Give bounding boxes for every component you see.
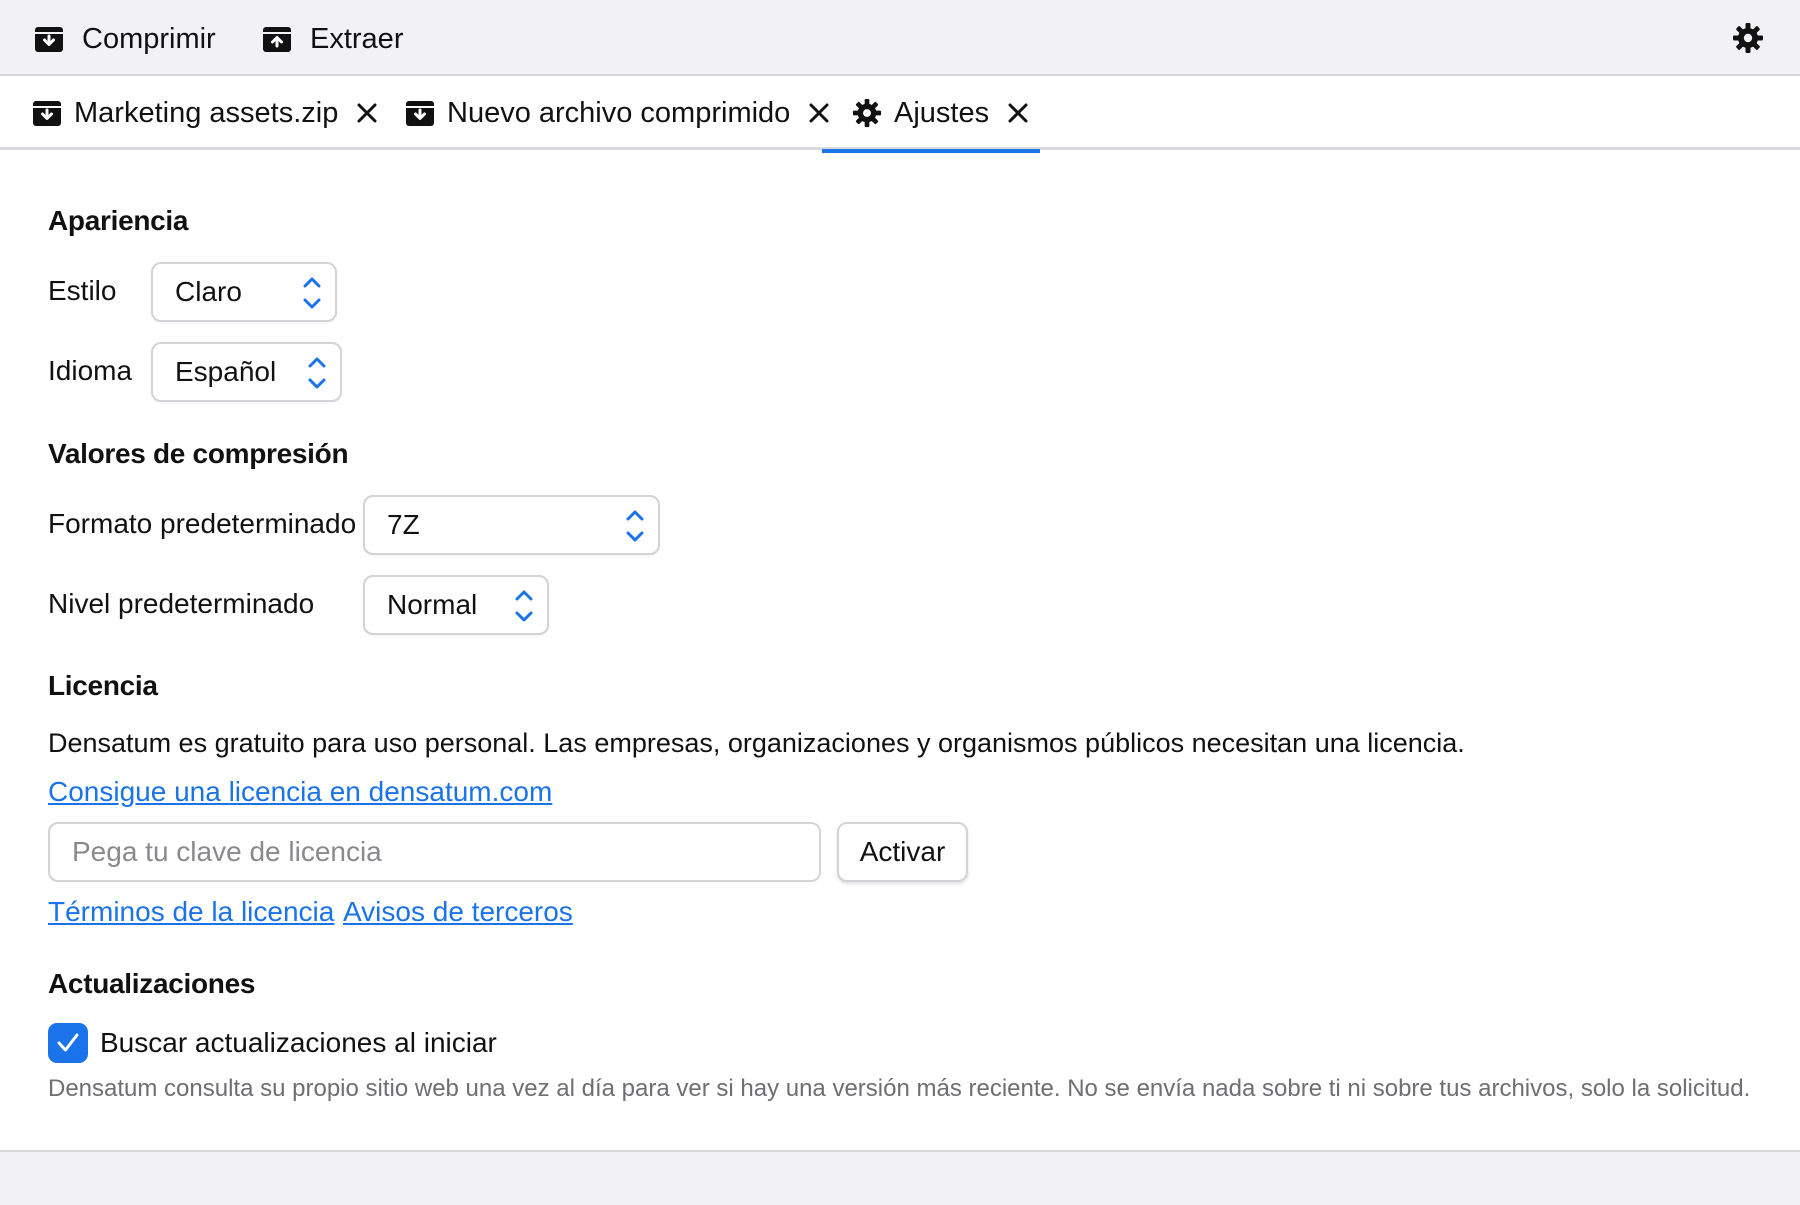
- chevron-up-down-icon: [308, 357, 326, 389]
- chevron-up-down-icon: [303, 277, 321, 309]
- updates-heading: Actualizaciones: [48, 968, 256, 999]
- compress-button[interactable]: Comprimir: [34, 20, 216, 58]
- extract-button[interactable]: Extraer: [262, 20, 403, 58]
- updates-note: Densatum consulta su propio sitio web un…: [48, 1075, 1751, 1102]
- tab-settings[interactable]: Ajustes: [822, 76, 1040, 153]
- extract-label: Extraer: [310, 22, 404, 55]
- style-select-value: Claro: [175, 276, 242, 307]
- status-bar: [0, 1150, 1800, 1205]
- gear-icon: [852, 98, 882, 128]
- check-updates-label: Buscar actualizaciones al iniciar: [100, 1027, 497, 1058]
- license-heading: Licencia: [48, 670, 158, 701]
- appearance-heading: Apariencia: [48, 205, 189, 236]
- settings-gear-button[interactable]: [1732, 22, 1764, 54]
- check-updates-checkbox[interactable]: [48, 1023, 88, 1063]
- archive-icon: [406, 101, 434, 126]
- license-description: Densatum es gratuito para uso personal. …: [48, 728, 1465, 758]
- tab-label: Nuevo archivo comprimido: [447, 96, 791, 129]
- tab-label: Ajustes: [894, 96, 990, 129]
- archive-down-icon: [35, 27, 63, 52]
- chevron-up-down-icon: [515, 590, 533, 622]
- tab-label: Marketing assets.zip: [74, 96, 339, 129]
- language-label: Idioma: [48, 355, 133, 386]
- compression-heading: Valores de compresión: [48, 438, 349, 469]
- close-icon[interactable]: [1007, 102, 1029, 124]
- license-key-input[interactable]: [48, 822, 821, 882]
- language-select-value: Español: [175, 356, 277, 387]
- get-license-link[interactable]: Consigue una licencia en densatum.com: [48, 776, 552, 808]
- format-label: Formato predeterminado: [48, 508, 357, 539]
- level-label: Nivel predeterminado: [48, 588, 315, 619]
- language-select[interactable]: Español: [151, 342, 342, 402]
- tab-new-archive[interactable]: Nuevo archivo comprimido: [405, 76, 830, 150]
- checkmark-icon: [57, 1033, 79, 1052]
- level-select-value: Normal: [387, 589, 478, 620]
- archive-up-icon: [263, 27, 291, 52]
- license-terms-link[interactable]: Términos de la licencia: [48, 896, 334, 928]
- activate-button[interactable]: Activar: [837, 822, 968, 882]
- tab-marketing-assets[interactable]: Marketing assets.zip: [32, 76, 378, 150]
- style-select[interactable]: Claro: [151, 262, 337, 322]
- gear-icon: [1733, 23, 1763, 53]
- style-label: Estilo: [48, 275, 117, 306]
- archive-icon: [33, 101, 61, 126]
- third-party-notices-link[interactable]: Avisos de terceros: [343, 896, 573, 928]
- level-select[interactable]: Normal: [363, 575, 549, 635]
- chevron-up-down-icon: [626, 510, 644, 542]
- format-select-value: 7Z: [387, 509, 420, 540]
- close-icon[interactable]: [356, 102, 378, 124]
- compress-label: Comprimir: [82, 22, 216, 55]
- toolbar: Comprimir Extraer: [0, 0, 1800, 76]
- tab-bar: Marketing assets.zip Nuevo archivo compr…: [0, 76, 1800, 153]
- format-select[interactable]: 7Z: [363, 495, 660, 555]
